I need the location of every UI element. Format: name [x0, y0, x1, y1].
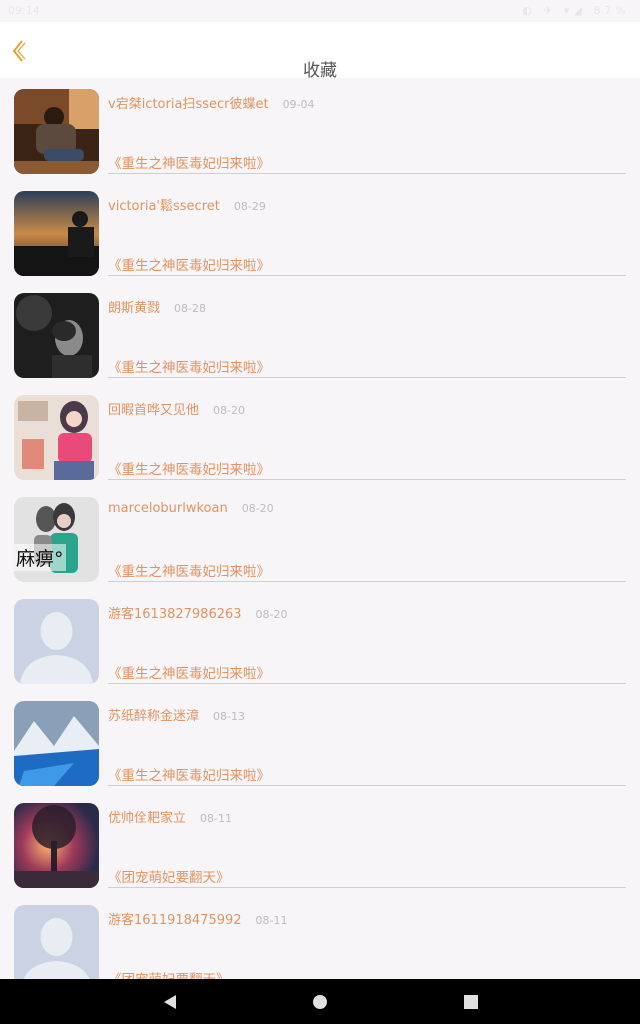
book-title-link[interactable]: 《重生之神医毒妃归来啦》: [108, 560, 270, 580]
date: 08-28: [174, 302, 206, 315]
date: 08-29: [233, 200, 266, 213]
list-item[interactable]: 游客1613827986263 08-20 《重生之神医毒妃归来啦》: [0, 590, 640, 692]
date: 08-20: [213, 404, 245, 417]
user-name: 朗斯黄戮 08-28: [108, 301, 206, 316]
avatar[interactable]: [14, 701, 99, 786]
avatar-illustration-girl-icon: [14, 395, 99, 480]
list-item[interactable]: victoria'鬆ssecret 08-29 《重生之神医毒妃归来啦》: [0, 182, 640, 284]
list-item[interactable]: marceloburlwkoan 08-20 《重生之神医毒妃归来啦》: [0, 488, 640, 590]
status-icons: ◐ ✈ ▾◢ 87%: [522, 4, 630, 17]
avatar[interactable]: [14, 599, 99, 684]
avatar[interactable]: [14, 395, 99, 480]
avatar-photo-sitting-man-icon: [14, 89, 99, 174]
date: 08-11: [255, 914, 288, 927]
user-name: 回暇首哗又见他 08-20: [108, 403, 245, 418]
divider: [108, 887, 626, 888]
favorites-list[interactable]: v宕桀ictoria扫ssecr彼蝶et 09-04 《重生之神医毒妃归来啦》 v…: [0, 78, 640, 979]
avatar[interactable]: [14, 293, 99, 378]
list-item[interactable]: 朗斯黄戮 08-28 《重生之神医毒妃归来啦》: [0, 284, 640, 386]
status-bar: 09:14 ◐ ✈ ▾◢ 87%: [0, 0, 640, 22]
divider: [108, 479, 626, 480]
book-title-link[interactable]: 《重生之神医毒妃归来啦》: [108, 254, 270, 274]
book-title-link[interactable]: 《重生之神医毒妃归来啦》: [108, 662, 270, 682]
divider: [108, 377, 626, 378]
user-name: victoria'鬆ssecret 08-29: [108, 199, 266, 214]
divider: [108, 581, 626, 582]
avatar-default-icon: [14, 905, 99, 979]
list-item[interactable]: 优帅佺耙家立 08-11 《团宠萌妃要翻天》: [0, 794, 640, 896]
avatar[interactable]: [14, 803, 99, 888]
avatar[interactable]: [14, 905, 99, 979]
list-item[interactable]: 游客161191847599208-11 《团宠萌妃要翻天》: [0, 896, 640, 979]
user-name: marceloburlwkoan 08-20: [108, 501, 274, 516]
date: 08-20: [255, 608, 288, 621]
list-item[interactable]: 回暇首哗又见他 08-20 《重生之神医毒妃归来啦》: [0, 386, 640, 488]
overlay-caption: 麻痹°: [14, 544, 66, 571]
user-name: 苏纸醉称金迷漳 08-13: [108, 709, 245, 724]
system-navigation-bar: [0, 979, 640, 1024]
user-name: 游客1613827986263 08-20: [108, 607, 288, 622]
date: 08-11: [200, 812, 232, 825]
home-circle-icon[interactable]: [310, 992, 330, 1012]
date: 09-04: [282, 98, 315, 111]
book-title-link[interactable]: 《重生之神医毒妃归来啦》: [108, 764, 270, 784]
avatar-default-icon: [14, 599, 99, 684]
avatar-photo-mountain-lake-icon: [14, 701, 99, 786]
date: 08-20: [241, 502, 274, 515]
avatar-photo-sunset-man-icon: [14, 191, 99, 276]
book-title-link[interactable]: 《团宠萌妃要翻天》: [108, 866, 230, 886]
recents-square-icon[interactable]: [461, 992, 481, 1012]
list-item[interactable]: v宕桀ictoria扫ssecr彼蝶et 09-04 《重生之神医毒妃归来啦》: [0, 80, 640, 182]
divider: [108, 683, 626, 684]
user-name: 优帅佺耙家立 08-11: [108, 811, 232, 826]
divider: [108, 173, 626, 174]
list-item[interactable]: 苏纸醉称金迷漳 08-13 《重生之神医毒妃归来啦》: [0, 692, 640, 794]
book-title-link[interactable]: 《团宠萌妃要翻天》: [108, 968, 230, 979]
book-title-link[interactable]: 《重生之神医毒妃归来啦》: [108, 356, 270, 376]
avatar-photo-tree-sunset-icon: [14, 803, 99, 888]
user-name: 游客1611918475992 08-11: [108, 913, 288, 928]
back-triangle-icon[interactable]: [160, 992, 180, 1012]
user-name: v宕桀ictoria扫ssecr彼蝶et 09-04: [108, 97, 315, 112]
avatar-photo-dark-portrait-icon: [14, 293, 99, 378]
app-header: 收藏: [0, 22, 640, 81]
avatar[interactable]: [14, 89, 99, 174]
avatar[interactable]: [14, 191, 99, 276]
divider: [108, 785, 626, 786]
status-time: 09:14: [8, 4, 40, 17]
book-title-link[interactable]: 《重生之神医毒妃归来啦》: [108, 458, 270, 478]
divider: [108, 275, 626, 276]
book-title-link[interactable]: 《重生之神医毒妃归来啦》: [108, 152, 270, 172]
date: 08-13: [213, 710, 245, 723]
